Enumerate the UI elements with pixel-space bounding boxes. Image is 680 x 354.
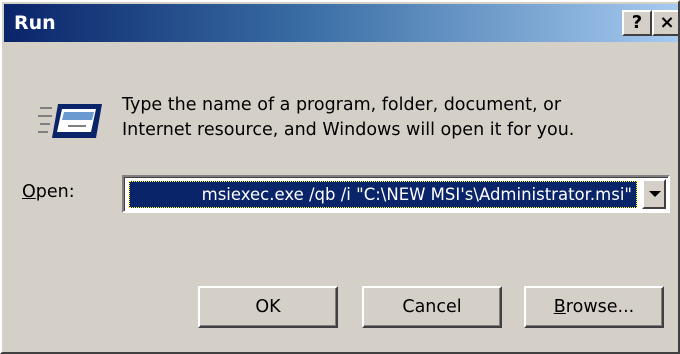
dropdown-arrow-icon [649,191,661,197]
browse-rest: rowse... [565,297,635,317]
cancel-button[interactable]: Cancel [362,286,502,328]
open-label-mnemonic: O [22,182,36,202]
ok-button-label: OK [255,297,281,317]
open-label-rest: pen: [35,182,75,202]
title-bar[interactable]: Run ? × [4,4,678,42]
run-dialog: Run ? × Type the name of a program, fold… [0,0,680,354]
run-program-icon [38,104,102,138]
open-combobox[interactable]: msiexec.exe /qb /i "C:\NEW MSI's\Adminis… [122,175,670,213]
browse-button-label: Browse... [554,297,634,317]
open-input[interactable]: msiexec.exe /qb /i "C:\NEW MSI's\Adminis… [129,181,637,208]
instruction-text: Type the name of a program, folder, docu… [122,93,662,143]
close-button[interactable]: × [652,10,678,36]
help-icon: ? [631,12,643,33]
instruction-line-2: Internet resource, and Windows will open… [122,120,575,140]
ok-button[interactable]: OK [198,286,338,328]
close-icon: × [659,12,675,33]
cancel-button-label: Cancel [402,297,462,317]
open-dropdown-button[interactable] [642,179,666,209]
instruction-line-1: Type the name of a program, folder, docu… [122,95,562,115]
browse-mnemonic: B [553,297,566,317]
window-title: Run [14,12,56,34]
open-input-value: msiexec.exe /qb /i "C:\NEW MSI's\Adminis… [201,185,632,204]
help-button[interactable]: ? [622,10,652,36]
open-label: Open: [22,182,75,202]
browse-button[interactable]: Browse... [524,286,664,328]
